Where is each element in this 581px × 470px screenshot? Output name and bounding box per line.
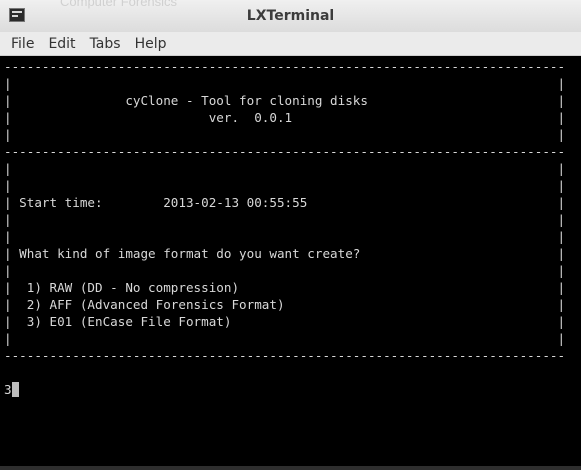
terminal-line: | | xyxy=(4,331,566,346)
terminal-line: | cyClone - Tool for cloning disks | xyxy=(4,93,566,108)
terminal-line: | Start time: 2013-02-13 00:55:55 | xyxy=(4,195,566,210)
menu-edit[interactable]: Edit xyxy=(41,34,82,54)
terminal-line: | | xyxy=(4,178,566,193)
terminal-line: | | xyxy=(4,263,566,278)
terminal-line: ----------------------------------------… xyxy=(4,348,566,363)
terminal-line: | What kind of image format do you want … xyxy=(4,246,566,261)
terminal-line: | | xyxy=(4,161,566,176)
lxterminal-window: Computer Forensics LXTerminal File Edit … xyxy=(0,0,581,470)
terminal-line: | 2) AFF (Advanced Forensics Format) | xyxy=(4,297,566,312)
menu-help[interactable]: Help xyxy=(128,34,174,54)
terminal-line: ----------------------------------------… xyxy=(4,144,566,159)
terminal-line: | 3) E01 (EnCase File Format) | xyxy=(4,314,566,329)
terminal-line: | | xyxy=(4,76,566,91)
title-bar[interactable]: Computer Forensics LXTerminal xyxy=(0,0,581,33)
terminal-line: | ver. 0.0.1 | xyxy=(4,110,566,125)
window-title: LXTerminal xyxy=(246,8,335,24)
terminal-output: ----------------------------------------… xyxy=(4,58,565,398)
window-bottom-edge xyxy=(0,466,581,470)
text-cursor xyxy=(11,382,19,397)
terminal-line: | | xyxy=(4,212,566,227)
terminal-line: | | xyxy=(4,127,566,142)
terminal-area[interactable]: ----------------------------------------… xyxy=(0,56,581,466)
terminal-line: | 1) RAW (DD - No compression) | xyxy=(4,280,566,295)
typed-input: 3 xyxy=(4,382,12,397)
menu-tabs[interactable]: Tabs xyxy=(83,34,128,54)
menu-bar: File Edit Tabs Help xyxy=(0,32,581,56)
terminal-line: | | xyxy=(4,229,566,244)
prompt-input-line[interactable]: 3 xyxy=(4,381,565,398)
terminal-line: ----------------------------------------… xyxy=(4,59,566,74)
menu-file[interactable]: File xyxy=(0,34,41,54)
